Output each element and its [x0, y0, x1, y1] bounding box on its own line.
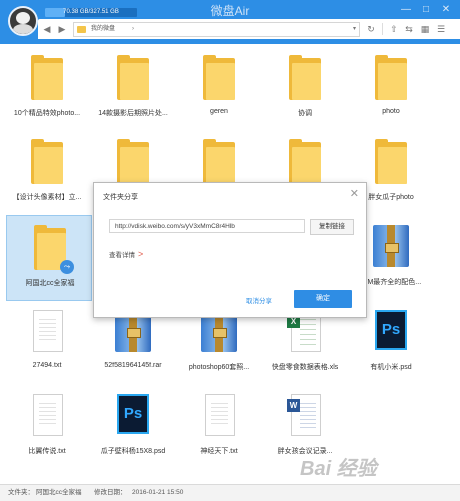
psd-item[interactable]: Ps 瓜子壁科杨15X8.psd — [90, 384, 176, 470]
photoshop-icon: Ps — [375, 310, 407, 350]
grid-view-icon[interactable]: ▦ — [418, 22, 432, 36]
chevron-right-icon: > — [138, 249, 144, 259]
file-name: photoshop60套照... — [188, 364, 250, 371]
share-link-field[interactable]: http://vdisk.weibo.com/s/yV3xMmC8r4Hlb — [109, 219, 305, 233]
view-details-link[interactable]: 查看详情 > — [109, 249, 143, 259]
file-name: photo — [382, 108, 400, 115]
chevron-down-icon[interactable]: ▾ — [353, 23, 356, 36]
share-dialog: 文件夹分享 ✕ http://vdisk.weibo.com/s/yV3xMmC… — [93, 182, 367, 318]
text-file-item[interactable]: 27494.txt — [4, 300, 90, 386]
close-window-button[interactable]: ✕ — [438, 3, 454, 17]
file-name: 瓜子壁科杨15X8.psd — [100, 448, 166, 455]
folder-item[interactable]: 14款摄影后期照片处... — [90, 46, 176, 132]
chevron-right-icon: › — [132, 26, 134, 32]
status-bar: 文件夹： 阿国北cc全家福 修改日期： 2016-01-21 15:50 — [0, 484, 460, 501]
forward-arrow-icon[interactable]: ▶ — [55, 22, 69, 36]
list-view-icon[interactable]: ☰ — [434, 22, 448, 36]
text-file-item[interactable]: 神经天下.txt — [176, 384, 262, 470]
folder-icon — [117, 139, 149, 184]
file-name: 比翼传说.txt — [28, 448, 66, 455]
confirm-button[interactable]: 确定 — [294, 290, 352, 308]
file-name: 10个精品特效photo... — [13, 110, 81, 117]
folder-item[interactable]: 【设计头像素材】立... — [4, 130, 90, 216]
file-name: 52f581964145f.rar — [104, 362, 162, 369]
file-name: 神经天下.txt — [200, 448, 238, 455]
status-date-label: 修改日期： — [94, 489, 127, 496]
close-icon[interactable]: ✕ — [350, 188, 359, 200]
file-name: 【设计头像素材】立... — [12, 194, 82, 201]
folder-item[interactable]: geren — [176, 46, 262, 132]
view-details-label: 查看详情 — [109, 252, 135, 259]
folder-icon — [117, 55, 149, 100]
maximize-button[interactable]: □ — [418, 3, 434, 17]
watermark: Bai 经验 — [300, 458, 377, 480]
breadcrumb[interactable]: 我的微盘 — [91, 23, 115, 36]
folder-icon — [31, 55, 63, 100]
folder-icon — [203, 139, 235, 184]
file-name: 27494.txt — [32, 362, 62, 369]
folder-item[interactable]: 10个精品特效photo... — [4, 46, 90, 132]
text-file-icon — [33, 310, 63, 352]
folder-icon — [77, 26, 86, 33]
dialog-title: 文件夹分享 — [103, 194, 138, 201]
sync-icon[interactable]: ⇆ — [402, 22, 416, 36]
folder-item[interactable]: photo — [348, 46, 434, 132]
shared-folder-item[interactable]: ⤳ 阿国北cc全家福 — [6, 215, 92, 301]
file-name: 阿国北cc全家福 — [25, 280, 75, 287]
word-icon: W — [287, 394, 321, 436]
file-name: 14款摄影后期照片处... — [98, 110, 168, 117]
file-name: geren — [210, 108, 228, 115]
photoshop-icon: Ps — [117, 394, 149, 434]
minimize-button[interactable]: — — [398, 3, 414, 17]
file-name: 快盘零食数据表格.xls — [271, 364, 339, 371]
address-bar[interactable]: 我的微盘 › ▾ — [73, 22, 360, 37]
folder-item[interactable]: 协调 — [262, 46, 348, 132]
folder-icon — [289, 139, 321, 184]
file-name: 协调 — [298, 110, 312, 117]
navigation-toolbar: ◀ ▶ 我的微盘 › ▾ ↻ ⇧ ⇆ ▦ ☰ — [38, 19, 460, 39]
copy-link-button[interactable]: 复制链接 — [310, 219, 354, 235]
archive-icon — [373, 225, 409, 267]
folder-icon — [31, 139, 63, 184]
text-file-icon — [33, 394, 63, 436]
folder-icon — [375, 55, 407, 100]
upload-icon[interactable]: ⇧ — [387, 22, 401, 36]
refresh-icon[interactable]: ↻ — [364, 22, 378, 36]
cancel-share-link[interactable]: 取消分享 — [246, 295, 272, 305]
folder-icon — [375, 139, 407, 184]
text-file-item[interactable]: 比翼传说.txt — [4, 384, 90, 470]
app-title: 微盘Air — [210, 4, 250, 18]
share-icon: ⤳ — [60, 260, 74, 274]
folder-icon — [289, 55, 321, 100]
file-name: 有机小米.psd — [370, 364, 412, 371]
status-name-label: 文件夹： — [8, 489, 34, 496]
toolbar-divider — [382, 23, 383, 35]
text-file-icon — [205, 394, 235, 436]
status-date-value: 2016-01-21 15:50 — [132, 489, 184, 496]
folder-icon — [203, 55, 235, 100]
status-name-value: 阿国北cc全家福 — [36, 489, 82, 496]
back-arrow-icon[interactable]: ◀ — [40, 22, 54, 36]
